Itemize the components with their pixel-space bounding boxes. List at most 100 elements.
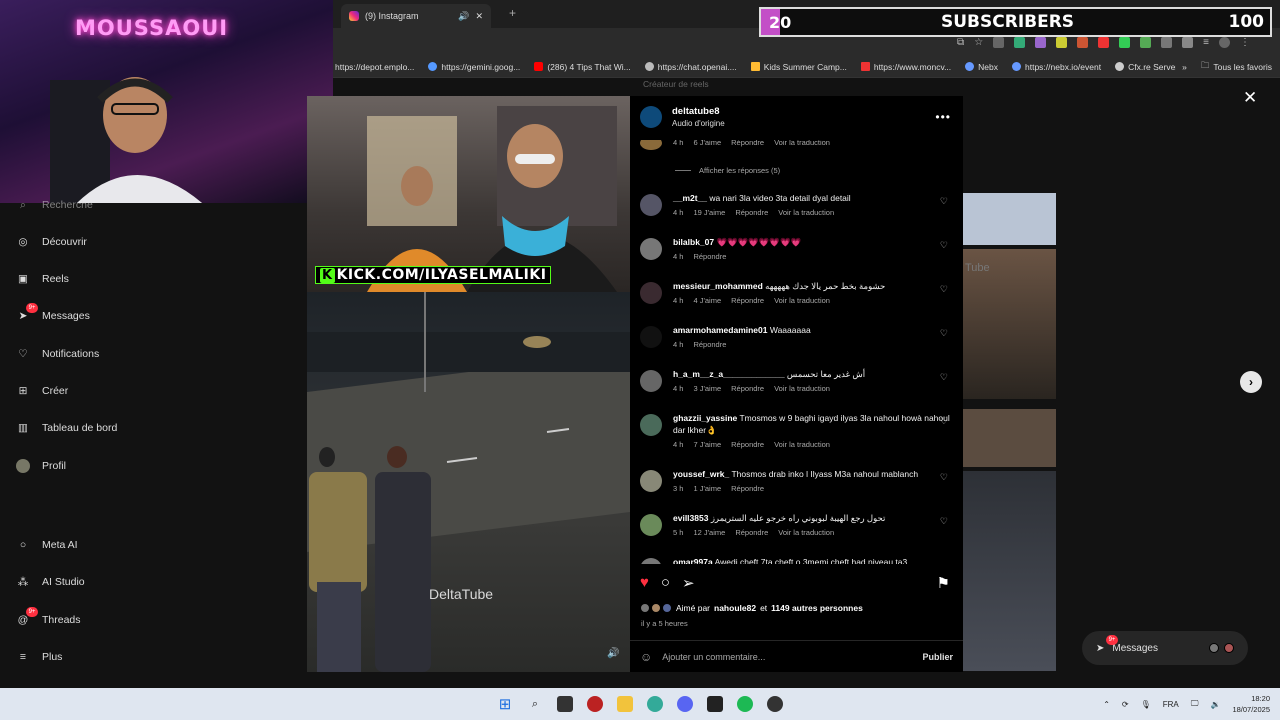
nav-notifications[interactable]: ♡ Notifications (16, 347, 99, 361)
bookmark-item[interactable]: (286) 4 Tips That Wi... (534, 62, 631, 72)
post-audio[interactable]: Audio d'origine (672, 119, 725, 128)
volume-icon[interactable]: 🔊 (607, 648, 619, 659)
commenter-avatar[interactable] (640, 140, 662, 150)
network-icon[interactable]: 🖵 (1191, 699, 1199, 709)
translate-link[interactable]: Voir la traduction (778, 527, 834, 539)
translate-link[interactable]: Voir la traduction (774, 295, 830, 307)
language-indicator[interactable]: FRA (1163, 700, 1179, 709)
publish-button[interactable]: Publier (922, 652, 953, 662)
bookmark-item[interactable]: Kids Summer Camp... (750, 62, 847, 72)
bookmark-item[interactable]: https://www.moncv... (860, 62, 951, 72)
more-options-icon[interactable]: ••• (935, 110, 951, 124)
more-vertical-icon[interactable]: ⋮ (1240, 37, 1250, 48)
star-icon[interactable]: ☆ (974, 37, 983, 48)
comment-username[interactable]: youssef_wrk_ (673, 469, 729, 479)
extension-icon[interactable] (1077, 36, 1089, 48)
nav-search[interactable]: ⌕ Recherche (16, 198, 93, 212)
tab-audio-icon[interactable]: 🔊 (458, 11, 469, 22)
bookmark-item[interactable]: https://depot.emplo... (335, 62, 414, 72)
menu-icon[interactable]: ≡ (1203, 37, 1209, 48)
commenter-avatar[interactable] (640, 470, 662, 492)
comment-like-heart-icon[interactable]: ♡ (940, 328, 948, 339)
comment-username[interactable]: __m2t__ (673, 193, 707, 203)
comment-like-heart-icon[interactable]: ♡ (940, 284, 948, 295)
bookmarks-more-button[interactable]: » (1182, 62, 1187, 72)
reply-link[interactable]: Répondre (731, 483, 764, 495)
browser-tab-instagram[interactable]: (9) Instagram 🔊 ✕ (341, 4, 491, 28)
extension-icon[interactable] (1035, 36, 1047, 48)
new-tab-button[interactable]: + (509, 6, 516, 20)
profile-avatar[interactable] (1219, 36, 1230, 48)
liked-by-user[interactable]: nahoule82 (714, 603, 756, 613)
reply-link[interactable]: Répondre (731, 295, 764, 307)
chrome-icon[interactable] (647, 696, 663, 712)
comment-username[interactable]: messieur_mohammed (673, 281, 763, 291)
sync-icon[interactable]: ⟳ (1122, 700, 1129, 709)
show-replies-button[interactable]: Afficher les réponses (5) (675, 166, 780, 175)
commenter-avatar[interactable] (640, 370, 662, 392)
emoji-icon[interactable]: ☺ (640, 650, 652, 664)
all-favorites-folder[interactable]: 🗀 Tous les favoris (1201, 60, 1272, 74)
commenter-avatar[interactable] (640, 194, 662, 216)
comment-like-heart-icon[interactable]: ♡ (940, 372, 948, 383)
commenter-avatar[interactable] (640, 326, 662, 348)
comment-username[interactable]: h_a_m__z_a_____________ (673, 369, 785, 379)
reply-link[interactable]: Répondre (731, 439, 764, 451)
reply-link[interactable]: Répondre (735, 207, 768, 219)
comment-username[interactable]: evill3853 (673, 513, 708, 523)
comment-like-heart-icon[interactable]: ♡ (940, 416, 948, 427)
translate-link[interactable]: Voir la traduction (774, 383, 830, 395)
extension-icon[interactable] (1182, 36, 1194, 48)
tab-close-icon[interactable]: ✕ (475, 11, 483, 22)
extension-icon[interactable] (1014, 36, 1026, 48)
spotify-icon[interactable] (737, 696, 753, 712)
system-clock[interactable]: 18:20 18/07/2025 (1232, 693, 1270, 715)
like-heart-icon[interactable]: ♥ (640, 574, 649, 594)
nav-threads[interactable]: @9+ Threads (16, 607, 81, 627)
commenter-avatar[interactable] (640, 514, 662, 536)
messages-pill[interactable]: ➤ 9+ Messages (1082, 631, 1248, 665)
reply-link[interactable]: Répondre (693, 339, 726, 351)
commenter-avatar[interactable] (640, 558, 662, 564)
comment-input[interactable]: Ajouter un commentaire... (662, 652, 765, 662)
nav-profile[interactable]: Profil (16, 459, 66, 473)
comment-like-heart-icon[interactable]: ♡ (940, 240, 948, 251)
translate-link[interactable]: Voir la traduction (778, 207, 834, 219)
reply-link[interactable]: Répondre (731, 140, 764, 149)
extension-icon[interactable] (1056, 36, 1068, 48)
chevron-up-icon[interactable]: ⌃ (1103, 700, 1110, 709)
speaker-icon[interactable]: 🔉 (1210, 700, 1220, 709)
microphone-icon[interactable]: 🎙 (1141, 700, 1151, 709)
post-author[interactable]: deltatube8 (672, 106, 725, 117)
obs-icon[interactable] (767, 696, 783, 712)
nav-messages[interactable]: ➤ 9+ Messages (16, 303, 90, 323)
comment-like-heart-icon[interactable]: ♡ (940, 196, 948, 207)
reel-video[interactable]: K KICK.COM/ILYASELMALIKI DeltaTube 🔊 (307, 96, 630, 672)
comment-username[interactable]: omar997a (673, 557, 713, 564)
nav-ai-studio[interactable]: ⁂ AI Studio (16, 575, 85, 589)
commenter-avatar[interactable] (640, 414, 662, 436)
bookmark-item[interactable]: https://nebx.io/event (1012, 62, 1101, 72)
comment-username[interactable]: bilalbk_07 (673, 237, 714, 247)
search-icon[interactable]: ⌕ (527, 696, 543, 712)
next-reel-button[interactable]: › (1240, 371, 1262, 393)
bookmark-item[interactable]: https://chat.openai.... (644, 62, 737, 72)
comment-icon[interactable]: ○ (661, 574, 670, 594)
nav-more[interactable]: ≡ Plus (16, 650, 63, 664)
translate-link[interactable]: Voir la traduction (774, 439, 830, 451)
file-explorer-icon[interactable] (617, 696, 633, 712)
comment-username[interactable]: ghazzii_yassine (673, 413, 737, 423)
app-icon[interactable] (707, 696, 723, 712)
extension-icon[interactable] (1119, 36, 1131, 48)
share-icon[interactable]: ➢ (682, 574, 695, 594)
translate-link[interactable]: Voir la traduction (774, 140, 830, 149)
app-icon[interactable] (587, 696, 603, 712)
author-avatar[interactable] (640, 106, 662, 128)
bookmark-item[interactable]: Nebx (965, 62, 998, 72)
nav-reels[interactable]: ▣ Reels (16, 272, 69, 286)
extension-icon[interactable] (1140, 36, 1152, 48)
comment-like-heart-icon[interactable]: ♡ (940, 516, 948, 527)
extension-icon[interactable] (1161, 36, 1173, 48)
task-view-icon[interactable] (557, 696, 573, 712)
reply-link[interactable]: Répondre (735, 527, 768, 539)
